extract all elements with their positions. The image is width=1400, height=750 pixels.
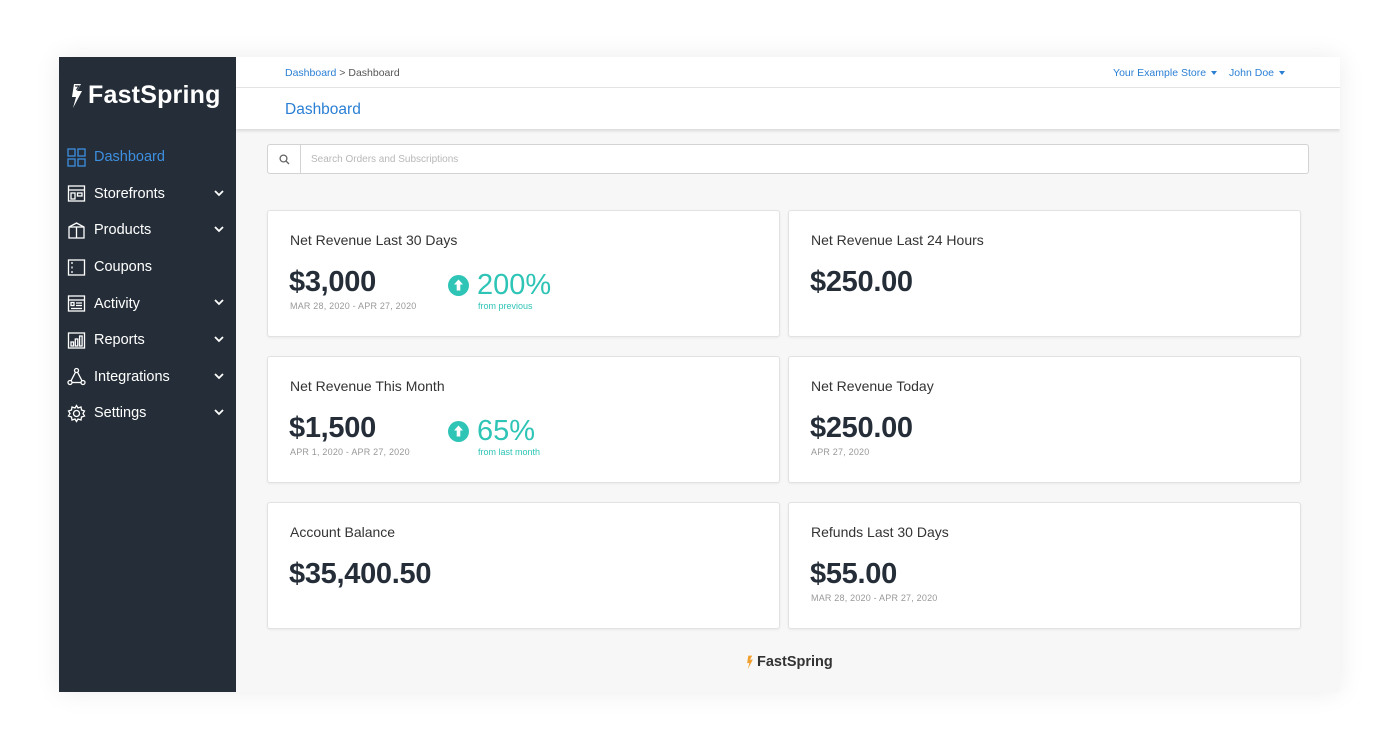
card-account-balance[interactable]: Account Balance $35,400.50 bbox=[267, 502, 780, 629]
card-title: Net Revenue This Month bbox=[290, 378, 445, 394]
card-title: Net Revenue Today bbox=[811, 378, 934, 394]
top-right-menus: Your Example Store John Doe bbox=[1113, 67, 1285, 79]
activity-icon bbox=[67, 294, 86, 313]
grid-icon bbox=[67, 148, 86, 167]
search-icon[interactable] bbox=[268, 145, 301, 173]
chevron-down-icon[interactable] bbox=[213, 333, 225, 345]
user-menu-label: John Doe bbox=[1229, 67, 1274, 79]
reports-icon bbox=[67, 331, 86, 350]
app-window: FastSpring Dashboard Storefronts Product… bbox=[59, 57, 1340, 692]
sidebar-item-reports[interactable]: Reports bbox=[59, 322, 236, 359]
sidebar-item-label: Products bbox=[94, 222, 152, 239]
store-selector[interactable]: Your Example Store bbox=[1113, 67, 1218, 79]
card-value: $55.00 bbox=[810, 558, 897, 590]
sidebar-item-integrations[interactable]: Integrations bbox=[59, 359, 236, 396]
breadcrumb: Dashboard > Dashboard bbox=[285, 67, 400, 79]
storefront-icon bbox=[67, 184, 86, 203]
integrations-icon bbox=[67, 367, 86, 386]
card-title: Net Revenue Last 24 Hours bbox=[811, 232, 984, 248]
store-selector-label: Your Example Store bbox=[1113, 67, 1207, 79]
sidebar: FastSpring Dashboard Storefronts Product… bbox=[59, 57, 236, 692]
card-date-range: APR 1, 2020 - APR 27, 2020 bbox=[290, 447, 410, 457]
card-net-revenue-this-month[interactable]: Net Revenue This Month $1,500 APR 1, 202… bbox=[267, 356, 780, 483]
fastspring-logo-icon bbox=[72, 83, 82, 108]
breadcrumb-separator: > bbox=[339, 67, 346, 79]
trend-indicator: 200% bbox=[448, 269, 551, 302]
sidebar-item-settings[interactable]: Settings bbox=[59, 395, 236, 432]
caret-down-icon bbox=[1211, 71, 1218, 76]
card-net-revenue-today[interactable]: Net Revenue Today $250.00 APR 27, 2020 bbox=[788, 356, 1301, 483]
page-title: Dashboard bbox=[285, 101, 361, 118]
sidebar-item-activity[interactable]: Activity bbox=[59, 285, 236, 322]
trend-percentage: 65% bbox=[477, 415, 536, 447]
main-content: Dashboard > Dashboard Your Example Store… bbox=[236, 57, 1340, 692]
search-input[interactable] bbox=[301, 153, 1201, 165]
chevron-down-icon[interactable] bbox=[213, 187, 225, 199]
chevron-down-icon[interactable] bbox=[213, 370, 225, 382]
brand-name: FastSpring bbox=[88, 81, 221, 109]
card-net-revenue-24-hours[interactable]: Net Revenue Last 24 Hours $250.00 bbox=[788, 210, 1301, 337]
sidebar-item-dashboard[interactable]: Dashboard bbox=[59, 139, 236, 176]
sidebar-item-label: Activity bbox=[94, 295, 140, 312]
footer-brand-name: FastSpring bbox=[757, 654, 833, 670]
gear-icon bbox=[67, 404, 86, 423]
arrow-up-circle-icon bbox=[448, 275, 469, 296]
trend-percentage: 200% bbox=[477, 269, 552, 301]
card-value: $250.00 bbox=[810, 412, 913, 444]
sidebar-item-label: Settings bbox=[94, 405, 147, 422]
breadcrumb-link-dashboard[interactable]: Dashboard bbox=[285, 67, 336, 79]
sidebar-item-products[interactable]: Products bbox=[59, 212, 236, 249]
trend-note: from last month bbox=[478, 447, 541, 457]
title-bar: Dashboard bbox=[236, 88, 1340, 129]
arrow-up-circle-icon bbox=[448, 421, 469, 442]
coupon-icon bbox=[67, 258, 86, 277]
card-value: $250.00 bbox=[810, 266, 913, 298]
caret-down-icon bbox=[1279, 71, 1285, 76]
top-bar: Dashboard > Dashboard Your Example Store… bbox=[236, 57, 1340, 88]
card-value: $3,000 bbox=[289, 266, 376, 298]
trend-indicator: 65% bbox=[448, 415, 535, 448]
user-menu[interactable]: John Doe bbox=[1229, 67, 1285, 79]
fastspring-logo-icon bbox=[747, 655, 753, 669]
breadcrumb-current: Dashboard bbox=[348, 67, 400, 79]
sidebar-nav: Dashboard Storefronts Products Coupons A… bbox=[59, 139, 236, 432]
sidebar-item-label: Coupons bbox=[94, 259, 153, 276]
card-net-revenue-30-days[interactable]: Net Revenue Last 30 Days $3,000 MAR 28, … bbox=[267, 210, 780, 337]
chevron-down-icon[interactable] bbox=[213, 223, 225, 235]
footer-logo: FastSpring bbox=[746, 654, 833, 670]
trend-note: from previous bbox=[478, 301, 533, 311]
card-date-range: MAR 28, 2020 - APR 27, 2020 bbox=[811, 593, 938, 603]
card-title: Refunds Last 30 Days bbox=[811, 524, 949, 540]
box-icon bbox=[67, 221, 86, 240]
sidebar-item-coupons[interactable]: Coupons bbox=[59, 249, 236, 286]
card-refunds-30-days[interactable]: Refunds Last 30 Days $55.00 MAR 28, 2020… bbox=[788, 502, 1301, 629]
search-bar bbox=[267, 144, 1309, 174]
chevron-down-icon[interactable] bbox=[213, 296, 225, 308]
card-value: $35,400.50 bbox=[289, 558, 432, 590]
chevron-down-icon[interactable] bbox=[213, 406, 225, 418]
card-value: $1,500 bbox=[289, 412, 376, 444]
card-title: Account Balance bbox=[290, 524, 396, 540]
sidebar-item-label: Reports bbox=[94, 332, 145, 349]
sidebar-item-label: Integrations bbox=[94, 368, 170, 385]
card-title: Net Revenue Last 30 Days bbox=[290, 232, 458, 248]
card-date-range: MAR 28, 2020 - APR 27, 2020 bbox=[290, 301, 417, 311]
sidebar-item-storefronts[interactable]: Storefronts bbox=[59, 176, 236, 213]
sidebar-item-label: Storefronts bbox=[94, 185, 165, 202]
card-date-range: APR 27, 2020 bbox=[811, 447, 870, 457]
brand-logo[interactable]: FastSpring bbox=[70, 81, 221, 110]
sidebar-item-label: Dashboard bbox=[94, 149, 165, 166]
